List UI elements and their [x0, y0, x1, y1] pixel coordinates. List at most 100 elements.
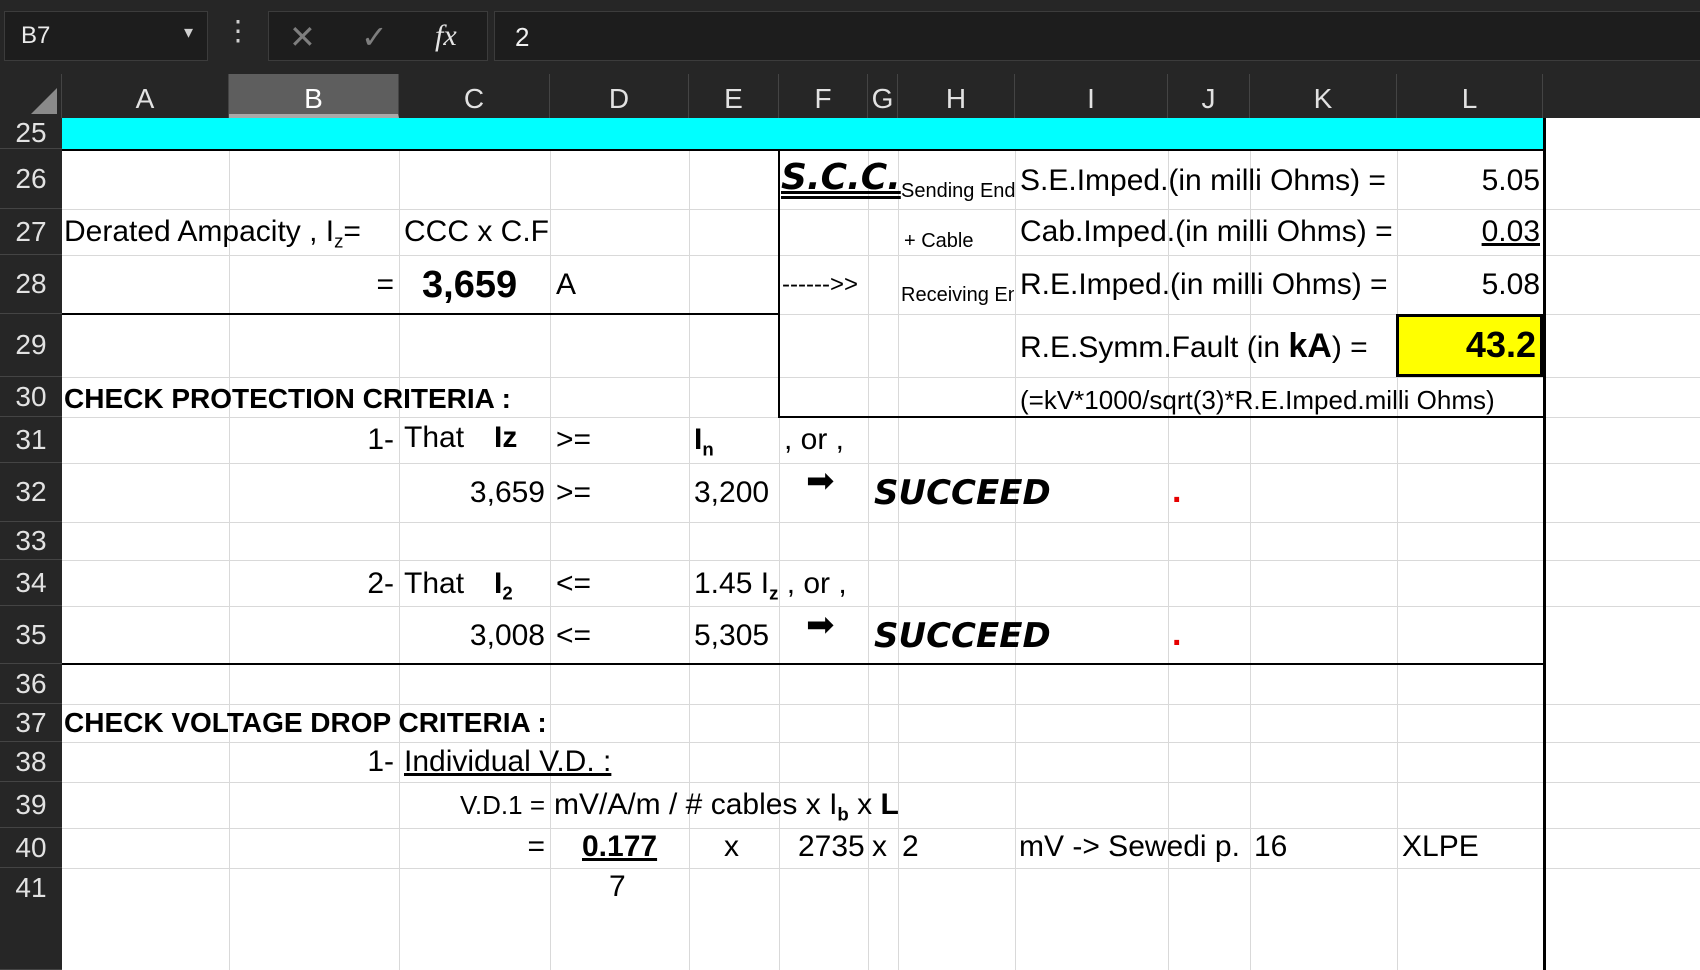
row-header-36[interactable]: 36	[0, 664, 62, 704]
check-icon[interactable]: ✓	[361, 18, 388, 56]
criterion-1-iz: Iz	[494, 421, 518, 454]
row-header-41[interactable]: 41	[0, 868, 62, 970]
column-header-i[interactable]: I	[1015, 74, 1168, 118]
column-header-k[interactable]: K	[1250, 74, 1397, 118]
column-header-b[interactable]: B	[229, 74, 399, 118]
fault-formula: (=kV*1000/sqrt(3)*R.E.Imped.milli Ohms)	[1020, 385, 1495, 415]
border-line	[62, 313, 779, 315]
gridline	[1397, 118, 1398, 970]
row-header-35[interactable]: 35	[0, 606, 62, 664]
chevron-down-icon[interactable]: ▾	[184, 22, 193, 43]
iz-value: 3,659	[422, 264, 518, 306]
vd1-formula-text: mV/A/m / # cables x I	[554, 788, 838, 821]
column-header-l[interactable]: L	[1397, 74, 1543, 118]
column-header-g[interactable]: G	[868, 74, 898, 118]
arrow-text: ------>>	[782, 271, 858, 298]
criterion-2-rhs-text: 1.45 I	[694, 567, 770, 600]
plus-cable-label: + Cable	[904, 230, 974, 252]
criterion-1-or: , or ,	[784, 423, 845, 456]
vd1-formula-sub: b	[837, 803, 849, 825]
border-line	[1543, 118, 1546, 970]
border-line	[62, 663, 1545, 665]
border-line	[778, 149, 780, 417]
criterion-2-operator-2: <=	[556, 619, 592, 652]
row-header-26[interactable]: 26	[0, 149, 62, 209]
more-options-icon[interactable]: ⋮	[224, 16, 252, 46]
cell-grid[interactable]: Derated Ampacity , Iz= CCC x C.F = 3,659…	[62, 118, 1700, 970]
column-header-h[interactable]: H	[898, 74, 1015, 118]
formula-input[interactable]: 2	[494, 11, 1700, 61]
row-header-38[interactable]: 38	[0, 742, 62, 782]
column-header-row: A B C D E F G H I J K L	[0, 74, 1700, 118]
column-header-c[interactable]: C	[399, 74, 550, 118]
check-protection-heading: CHECK PROTECTION CRITERIA :	[64, 383, 511, 414]
cyan-band	[62, 118, 1543, 149]
cab-imped-value: 0.03	[1481, 215, 1540, 248]
row-header-32[interactable]: 32	[0, 463, 62, 522]
criterion-2-left-value: 3,008	[469, 619, 545, 652]
row-header-39[interactable]: 39	[0, 782, 62, 828]
insert-function-icon[interactable]: fx	[435, 19, 457, 53]
criterion-1-dot: .	[1172, 472, 1182, 510]
column-header-j[interactable]: J	[1168, 74, 1250, 118]
vd1-formula: mV/A/m / # cables x Ib x L	[554, 788, 899, 825]
row-header-28[interactable]: 28	[0, 255, 62, 314]
gridline	[689, 118, 690, 970]
row-header-25[interactable]: 25	[0, 117, 62, 149]
criterion-1-operator-2: >=	[556, 476, 592, 509]
right-arrow-icon: ➡	[806, 462, 835, 500]
row-header-column: 25 26 27 28 29 30 31 32 33 34 35 36 37 3…	[0, 117, 62, 970]
vd1-label: V.D.1 =	[459, 790, 545, 820]
criterion-2-right-value: 5,305	[694, 619, 770, 652]
border-line	[62, 149, 1545, 151]
gridline	[898, 118, 899, 970]
fault-value: 43.2	[1465, 324, 1536, 365]
criterion-2-number: 2-	[367, 567, 394, 600]
criterion-2-rhs: 1.45 Iz , or ,	[694, 567, 847, 602]
gridline	[62, 704, 1700, 705]
row-header-30[interactable]: 30	[0, 377, 62, 417]
gridline	[399, 118, 400, 970]
row-header-40[interactable]: 40	[0, 828, 62, 868]
derated-label-eq: =	[343, 215, 361, 248]
check-voltage-heading: CHECK VOLTAGE DROP CRITERIA :	[64, 707, 547, 738]
row-header-37[interactable]: 37	[0, 704, 62, 742]
select-all-icon[interactable]	[31, 88, 57, 114]
criterion-1-in: In	[694, 423, 714, 458]
scc-title: S.C.C.	[781, 157, 901, 198]
select-all-corner[interactable]	[0, 74, 62, 118]
mv-source: mV -> Sewedi p.	[1019, 830, 1240, 863]
criterion-1-operator: >=	[556, 423, 592, 456]
name-box-value: B7	[21, 22, 51, 49]
se-imped-value: 5.05	[1481, 164, 1540, 197]
criterion-1-result: SUCCEED	[874, 473, 1051, 513]
column-header-a[interactable]: A	[62, 74, 229, 118]
criterion-1-left-value: 3,659	[469, 476, 545, 509]
column-header-e[interactable]: E	[689, 74, 779, 118]
row-header-29[interactable]: 29	[0, 314, 62, 377]
name-box[interactable]: B7 ▾	[4, 11, 208, 61]
equals-sign: =	[376, 268, 394, 301]
vd1-formula-l: L	[880, 788, 899, 821]
gridline	[62, 782, 1700, 783]
formula-value: 2	[515, 22, 530, 52]
criterion-2-i2: I2	[494, 567, 513, 602]
cancel-icon[interactable]: ✕	[289, 18, 316, 56]
formula-bar: B7 ▾ ⋮ ✕ ✓ fx 2	[0, 0, 1700, 74]
unit-ampere: A	[556, 268, 577, 301]
row-header-27[interactable]: 27	[0, 209, 62, 255]
gridline	[62, 377, 1700, 378]
criterion-1-right-value: 3,200	[694, 476, 770, 509]
cab-imped-label: Cab.Imped.(in milli Ohms) =	[1020, 215, 1393, 248]
row-header-31[interactable]: 31	[0, 417, 62, 463]
ccc-cf-formula: CCC x C.F	[404, 215, 549, 248]
gridline	[868, 118, 869, 970]
criterion-1-that: That	[404, 421, 465, 454]
row-header-34[interactable]: 34	[0, 560, 62, 606]
row-header-33[interactable]: 33	[0, 522, 62, 560]
vd1-formula-x: x	[848, 788, 881, 821]
column-header-d[interactable]: D	[550, 74, 689, 118]
column-header-f[interactable]: F	[779, 74, 868, 118]
row41-value: 7	[609, 870, 626, 903]
se-imped-label: S.E.Imped.(in milli Ohms) =	[1020, 164, 1386, 197]
